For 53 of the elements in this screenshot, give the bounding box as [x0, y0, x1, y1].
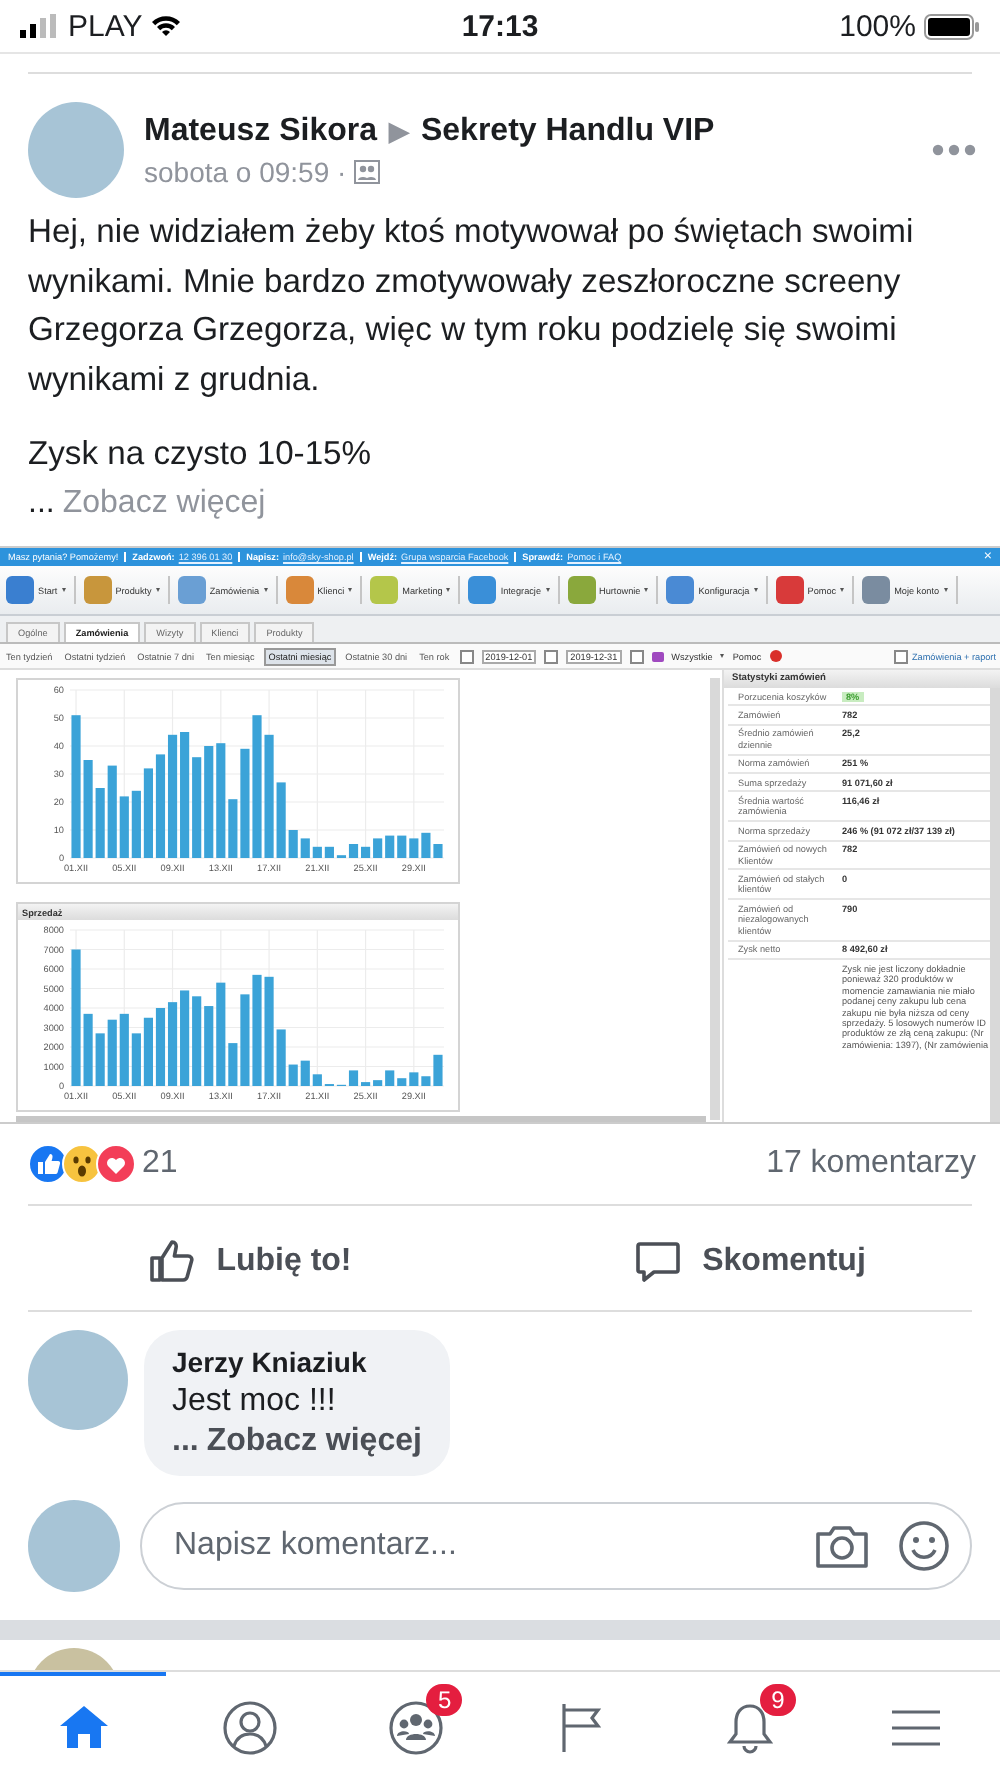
- love-reaction-icon: [96, 1144, 136, 1184]
- author-name[interactable]: Mateusz Sikora: [144, 113, 377, 149]
- profile-icon: [221, 1699, 278, 1755]
- carrier-name: PLAY: [68, 9, 143, 43]
- avatar[interactable]: [28, 102, 124, 198]
- comment-count[interactable]: 17 komentarzy: [766, 1146, 976, 1182]
- thumbs-up-icon: [148, 1238, 197, 1286]
- caret-icon: [753, 588, 758, 592]
- speech-bubble-icon: [634, 1238, 683, 1286]
- caret-icon: [545, 588, 550, 592]
- comment-text: Jest moc !!!: [172, 1384, 338, 1420]
- scrollbar[interactable]: [16, 1116, 706, 1122]
- comment-input[interactable]: Napisz komentarz...: [170, 1526, 786, 1566]
- battery-percent: 100%: [839, 9, 916, 43]
- avatar: [28, 1500, 120, 1592]
- caret-icon: [446, 588, 451, 592]
- signal-icon: [20, 14, 60, 38]
- caret-icon: [840, 588, 845, 592]
- more-icon[interactable]: [932, 144, 976, 156]
- post-text: Hej, nie widziałem żeby ktoś motywował po świętach swoimi wynikami. Mnie bardzo zmotywowały zeszłoroczne screeny Grzegorza Grzegorza, więc w tym roku podzielę się swoimi wynikami z grudnia.: [28, 210, 916, 401]
- help-icon: [769, 650, 782, 662]
- comment-bar[interactable]: Napisz komentarz...: [140, 1502, 972, 1590]
- notification-badge: 9: [759, 1684, 796, 1716]
- caret-icon: [943, 588, 948, 592]
- caret-icon: [720, 654, 725, 658]
- comment-author[interactable]: Jerzy Kniaziuk: [172, 1346, 422, 1378]
- caret-icon: [155, 588, 160, 592]
- group-icon: [354, 159, 381, 183]
- arrow-glyph: ▶: [388, 116, 409, 146]
- tab-bar-item[interactable]: 5: [333, 1672, 500, 1778]
- like-button[interactable]: Lubię to!: [0, 1236, 500, 1288]
- wifi-icon: [150, 14, 183, 38]
- smiley-icon[interactable]: [898, 1520, 950, 1572]
- battery-icon: [924, 13, 980, 39]
- flag-icon: [651, 651, 664, 661]
- scrollbar[interactable]: [710, 678, 720, 1120]
- see-more-link[interactable]: Zobacz więcej: [206, 1424, 422, 1460]
- camera-icon[interactable]: [814, 1522, 870, 1570]
- avatar[interactable]: [28, 1330, 128, 1430]
- comment-button[interactable]: Skomentuj: [500, 1236, 1000, 1288]
- caret-icon: [644, 588, 649, 592]
- caret-icon: [263, 588, 268, 592]
- tab-bar-item[interactable]: 9: [666, 1672, 834, 1778]
- post-text: Zysk na czysto 10-15%: [28, 432, 374, 476]
- group-name[interactable]: Sekrety Handlu VIP: [420, 113, 715, 149]
- caret-icon: [61, 588, 66, 592]
- ellipsis: ...: [28, 483, 55, 523]
- ellipsis: ...: [172, 1424, 199, 1460]
- scrollbar[interactable]: [990, 688, 1000, 1122]
- clock-time: 17:13: [461, 9, 539, 43]
- caret-icon: [348, 588, 353, 592]
- notification-badge: 5: [426, 1684, 463, 1716]
- reaction-count[interactable]: 21: [142, 1146, 178, 1182]
